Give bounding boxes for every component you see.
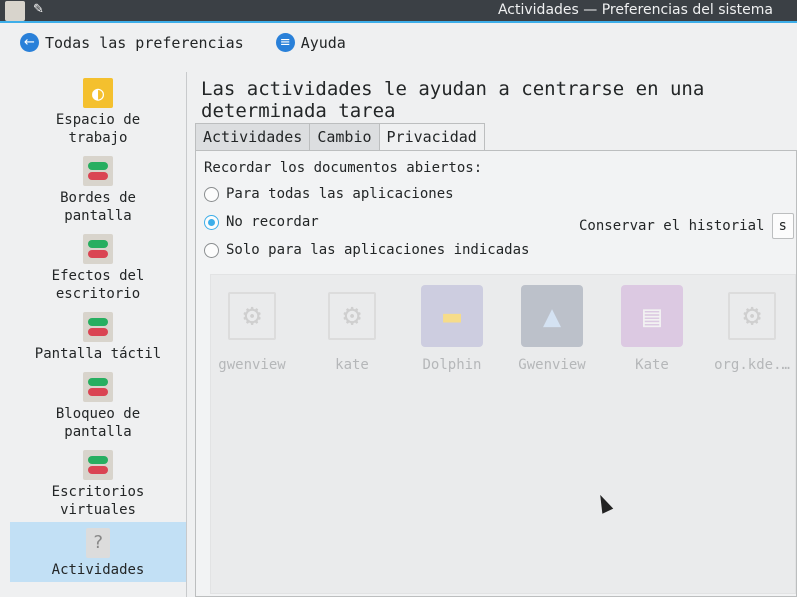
app-item[interactable]: ⚙ kate (312, 285, 392, 373)
app-name: Gwenview (518, 357, 586, 373)
sidebar-item-activities[interactable]: ? Actividades (10, 522, 186, 582)
app-name: org.kde.… (714, 357, 790, 373)
radio-label: Solo para las aplicaciones indicadas (226, 242, 530, 258)
document-icon: ▤ (621, 285, 683, 347)
radio-do-not-remember[interactable]: No recordar (204, 214, 319, 230)
radio-specific-apps[interactable]: Solo para las aplicaciones indicadas (204, 242, 529, 258)
toggle-icon (83, 156, 113, 186)
sidebar: ◐ Espacio de trabajo Bordes de pantalla E… (10, 72, 186, 597)
sidebar-item-workspace[interactable]: ◐ Espacio de trabajo (10, 78, 186, 147)
unknown-icon: ? (86, 528, 110, 558)
gear-icon: ⚙ (228, 292, 276, 340)
radio-all-apps[interactable]: Para todas las aplicaciones (204, 186, 454, 202)
history-row: Conservar el historial s (579, 213, 795, 239)
app-item[interactable]: ▤ Kate (612, 285, 692, 373)
help-button[interactable]: ≡ Ayuda (275, 33, 346, 52)
sidebar-item-label: Pantalla táctil (34, 346, 162, 362)
toolbar: ← Todas las preferencias ≡ Ayuda (20, 33, 346, 52)
sidebar-item-label: Bordes de pantalla (60, 190, 136, 224)
radio-button (204, 186, 219, 202)
gear-icon: ⚙ (728, 292, 776, 340)
back-arrow-icon: ← (20, 33, 39, 52)
tab-activities[interactable]: Actividades (195, 123, 310, 151)
window-title: Actividades — Preferencias del sistema (497, 2, 773, 18)
workspace-icon: ◐ (83, 78, 113, 108)
tab-privacy[interactable]: Privacidad (378, 123, 485, 151)
sidebar-item-label: Efectos del escritorio (51, 268, 145, 302)
sidebar-item-label: Espacio de trabajo (55, 112, 141, 146)
all-preferences-button[interactable]: ← Todas las preferencias (20, 33, 244, 52)
remember-label: Recordar los documentos abiertos: (204, 160, 483, 176)
app-name: Kate (635, 357, 669, 373)
radio-button (204, 214, 219, 230)
app-icon[interactable] (5, 1, 25, 21)
toggle-icon (83, 450, 113, 480)
app-name: kate (335, 357, 369, 373)
help-label: Ayuda (300, 33, 346, 52)
sidebar-item-desktop-effects[interactable]: Efectos del escritorio (10, 234, 186, 303)
toggle-icon (83, 312, 113, 342)
tab-switching[interactable]: Cambio (309, 123, 379, 151)
app-list: ⚙ gwenview ⚙ kate ▬ Dolphin ▲ Gwenview ▤ Kate… (210, 274, 796, 594)
toggle-icon (83, 234, 113, 264)
toggle-icon (83, 372, 113, 402)
app-item[interactable]: ⚙ org.kde.… (712, 285, 792, 373)
history-combo[interactable]: s (772, 213, 795, 239)
gear-icon: ⚙ (328, 292, 376, 340)
sidebar-item-label: Bloqueo de pantalla (55, 406, 141, 440)
folder-icon: ▬ (421, 285, 483, 347)
menu-icon: ≡ (275, 33, 295, 52)
radio-button (204, 242, 219, 258)
sidebar-item-label: Escritorios virtuales (51, 484, 145, 518)
title-bar: ✎ Actividades — Preferencias del sistema (0, 0, 797, 23)
app-name: gwenview (218, 357, 286, 373)
app-name: Dolphin (422, 357, 482, 373)
app-item[interactable]: ▲ Gwenview (512, 285, 592, 373)
sidebar-item-virtual-desktops[interactable]: Escritorios virtuales (10, 450, 186, 519)
sidebar-item-touch-screen[interactable]: Pantalla táctil (10, 312, 186, 363)
image-icon: ▲ (521, 285, 583, 347)
page-heading: Las actividades le ayudan a centrarse en… (201, 78, 705, 122)
radio-label: No recordar (226, 214, 319, 230)
sidebar-item-screen-edges[interactable]: Bordes de pantalla (10, 156, 186, 225)
app-item[interactable]: ▬ Dolphin (412, 285, 492, 373)
sidebar-item-screen-lock[interactable]: Bloqueo de pantalla (10, 372, 186, 441)
app-item[interactable]: ⚙ gwenview (212, 285, 292, 373)
pin-icon[interactable]: ✎ (33, 2, 44, 17)
tab-bar: Actividades Cambio Privacidad (195, 123, 485, 151)
privacy-panel: Recordar los documentos abiertos: Para t… (195, 150, 797, 597)
radio-label: Para todas las aplicaciones (226, 186, 454, 202)
sidebar-divider[interactable] (186, 72, 187, 597)
sidebar-item-label: Actividades (51, 562, 145, 578)
history-label: Conservar el historial (579, 218, 765, 234)
back-label: Todas las preferencias (45, 33, 244, 52)
